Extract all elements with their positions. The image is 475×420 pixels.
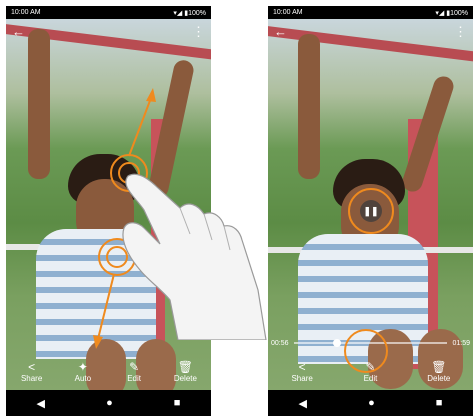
nav-recents-icon[interactable]: ■ (436, 397, 443, 409)
status-bar: 10:00 AM ▾◢ ▮100% (268, 6, 473, 19)
share-icon: < (298, 359, 306, 374)
share-button[interactable]: < Share (282, 360, 322, 383)
scrub-handle[interactable] (332, 339, 341, 347)
delete-button[interactable]: 🗑 Delete (419, 360, 459, 383)
trash-icon: 🗑 (431, 359, 447, 374)
navigation-bar: ◀ ● ■ (268, 390, 473, 416)
right-phone-screen: 10:00 AM ▾◢ ▮100% ← ⋮ ❚❚ 00:56 01:59 < S… (268, 6, 473, 416)
status-time: 10:00 AM (273, 9, 303, 16)
more-options-icon[interactable]: ⋮ (454, 25, 467, 38)
hand-gesture-illustration (122, 173, 267, 340)
status-icons: ▾◢ ▮100% (435, 9, 468, 17)
elapsed-time: 00:56 (271, 339, 289, 347)
nav-home-icon[interactable]: ● (368, 397, 375, 409)
drag-indicator-scrubber (344, 329, 388, 373)
remaining-time: 01:59 (452, 339, 470, 347)
back-arrow-icon[interactable]: ← (274, 25, 287, 38)
pause-icon: ❚❚ (363, 205, 379, 216)
top-bar: ← ⋮ (268, 19, 473, 43)
nav-back-icon[interactable]: ◀ (299, 397, 307, 410)
pause-button[interactable]: ❚❚ (360, 200, 382, 222)
